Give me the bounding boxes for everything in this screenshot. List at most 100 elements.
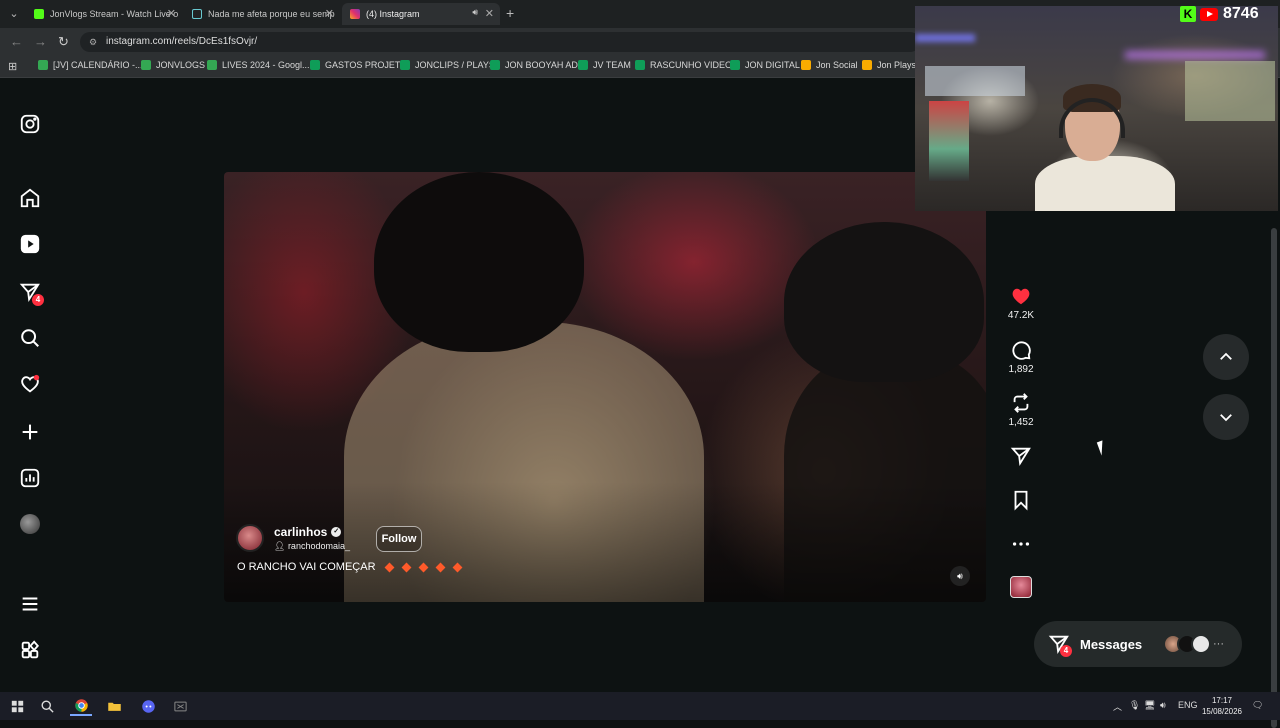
bookmark-item[interactable]: JONVLOGS [141,60,205,70]
notifications-heart-icon[interactable] [16,370,44,398]
audio-thumbnail[interactable] [1010,576,1032,598]
youtube-logo-icon [1200,7,1218,21]
show-hidden-icons-chevron-icon[interactable]: ︿ [1113,700,1122,713]
streamer-body [1035,156,1175,211]
creator-avatar[interactable] [236,524,264,552]
taskbar-search-icon[interactable] [36,696,58,716]
comment-icon[interactable] [1010,339,1032,361]
audio-action[interactable] [1004,576,1038,598]
previous-reel-button[interactable] [1203,334,1249,380]
room-light [1125,51,1265,59]
apps-grid-icon[interactable]: ⊞ [8,60,17,73]
caption-text: O RANCHO VAI COMEÇAR [237,561,376,573]
bookmark-item[interactable]: JONCLIPS / PLAYS [400,60,495,70]
caption-emoji-icon [435,562,445,572]
share-icon[interactable] [1010,445,1032,467]
clock-time: 17:17 [1211,696,1233,705]
system-clock[interactable]: 17:17 15/08/2026 [1200,695,1244,717]
app-window-icon[interactable] [169,696,191,716]
repost-icon[interactable] [1010,392,1032,414]
scrollbar-thumb[interactable] [1271,228,1277,728]
new-tab-button[interactable]: + [506,5,514,21]
url-field[interactable]: ⚙ instagram.com/reels/DcEs1fsOvjr/ [80,32,920,52]
kick-favicon-icon [34,9,44,19]
also-from-meta-icon[interactable] [16,636,44,664]
microphone-icon[interactable]: 🎙︎ [1129,700,1140,711]
tab-instagram[interactable]: (4) Instagram 🔊︎ ✕ [342,3,500,25]
create-icon[interactable] [16,418,44,446]
bookmark-icon[interactable] [1010,489,1032,511]
bookmark-item[interactable]: Jon Plays [862,60,916,70]
messages-icon[interactable]: 4 [16,278,44,306]
file-explorer-icon[interactable] [103,696,125,716]
volume-icon[interactable]: 🔊︎ [1160,700,1166,711]
viewer-count: 8746 [1223,5,1259,22]
room-window [925,66,1025,96]
windows-start-icon[interactable] [6,696,28,716]
chrome-taskbar-icon[interactable] [70,696,92,716]
more-options-action[interactable] [1004,533,1038,555]
bookmark-item[interactable]: [JV] CALENDÁRIO -... [38,60,143,70]
bookmark-item[interactable]: LIVES 2024 - Googl... [207,60,310,70]
instagram-logo-icon[interactable] [16,110,44,138]
bookmark-item[interactable]: JON BOOYAH AD [490,60,578,70]
creator-username[interactable]: carlinhos [274,525,327,539]
notification-badge: 4 [32,294,44,306]
back-icon[interactable]: ← [10,34,23,49]
bookmark-item[interactable]: Jon Social [801,60,858,70]
reels-icon[interactable] [16,230,44,258]
mute-toggle-icon[interactable]: 🔊︎ [950,566,970,586]
bookmark-item[interactable]: GASTOS PROJETO [310,60,407,70]
more-dots-icon: ··· [1213,638,1224,650]
more-dots-icon[interactable] [1010,533,1032,555]
share-action[interactable] [1004,445,1038,467]
heart-filled-icon[interactable] [1010,285,1032,307]
forward-icon[interactable]: → [34,34,47,49]
close-tab-icon[interactable]: ✕ [325,7,334,20]
arcade-cabinet [929,101,969,181]
reload-icon[interactable]: ↻ [58,34,69,50]
bookmark-item[interactable]: JON DIGITAL [730,60,800,70]
follow-button[interactable]: Follow [376,526,422,552]
like-action[interactable]: 47.2K [1004,285,1038,321]
sheets-icon [310,60,320,70]
message-avatars: ··· [1163,634,1224,654]
save-action[interactable] [1004,489,1038,511]
close-tab-icon[interactable]: ✕ [485,7,494,20]
avatar [1191,634,1211,654]
comment-action[interactable]: 1,892 [1004,339,1038,375]
messages-button[interactable]: 4 Messages ··· [1034,621,1242,667]
language-indicator[interactable]: ENG [1178,700,1198,710]
close-tab-icon[interactable]: ✕ [167,7,176,20]
search-icon[interactable] [16,324,44,352]
site-info-icon[interactable]: ⚙ [89,32,97,52]
bookmark-item[interactable]: RASCUNHO VIDEO [635,60,732,70]
network-icon[interactable]: 🖥︎ [1144,700,1155,711]
reel-video[interactable]: carlinhos ✓ 👤︎ ranchodomaia_ Follow O RA… [224,172,986,602]
more-menu-icon[interactable] [16,590,44,618]
room-window [1185,61,1275,121]
reel-caption[interactable]: O RANCHO VAI COMEÇAR [237,561,462,573]
tab-jonvlogs-stream[interactable]: JonVlogs Stream - Watch Live o ✕ [26,3,182,25]
caption-emoji-icon [384,562,394,572]
mouse-cursor-icon [1096,440,1108,456]
home-icon[interactable] [16,184,44,212]
discord-app-icon[interactable] [137,696,159,716]
audio-playing-icon[interactable]: 🔊︎ [472,7,478,18]
bookmark-item[interactable]: JV TEAM [578,60,631,70]
dashboard-icon[interactable] [16,464,44,492]
collaborator-username[interactable]: ranchodomaia_ [288,541,350,551]
next-reel-button[interactable] [1203,394,1249,440]
sheets-icon [400,60,410,70]
notification-center-icon[interactable]: 🗨︎ [1252,700,1263,711]
sheets-icon [635,60,645,70]
repost-action[interactable]: 1,452 [1004,392,1038,428]
profile-avatar[interactable] [16,510,44,538]
tab-tiktok[interactable]: Nada me afeta porque eu semp ✕ [184,3,340,25]
instagram-sidebar: 4 [0,78,60,692]
tab-search-dropdown-icon[interactable]: ⌄ [6,6,22,22]
page-scrollbar[interactable] [1270,78,1278,728]
sheets-icon [730,60,740,70]
tiktok-favicon-icon [192,9,202,19]
reel-creator[interactable]: carlinhos ✓ 👤︎ ranchodomaia_ [236,524,350,552]
